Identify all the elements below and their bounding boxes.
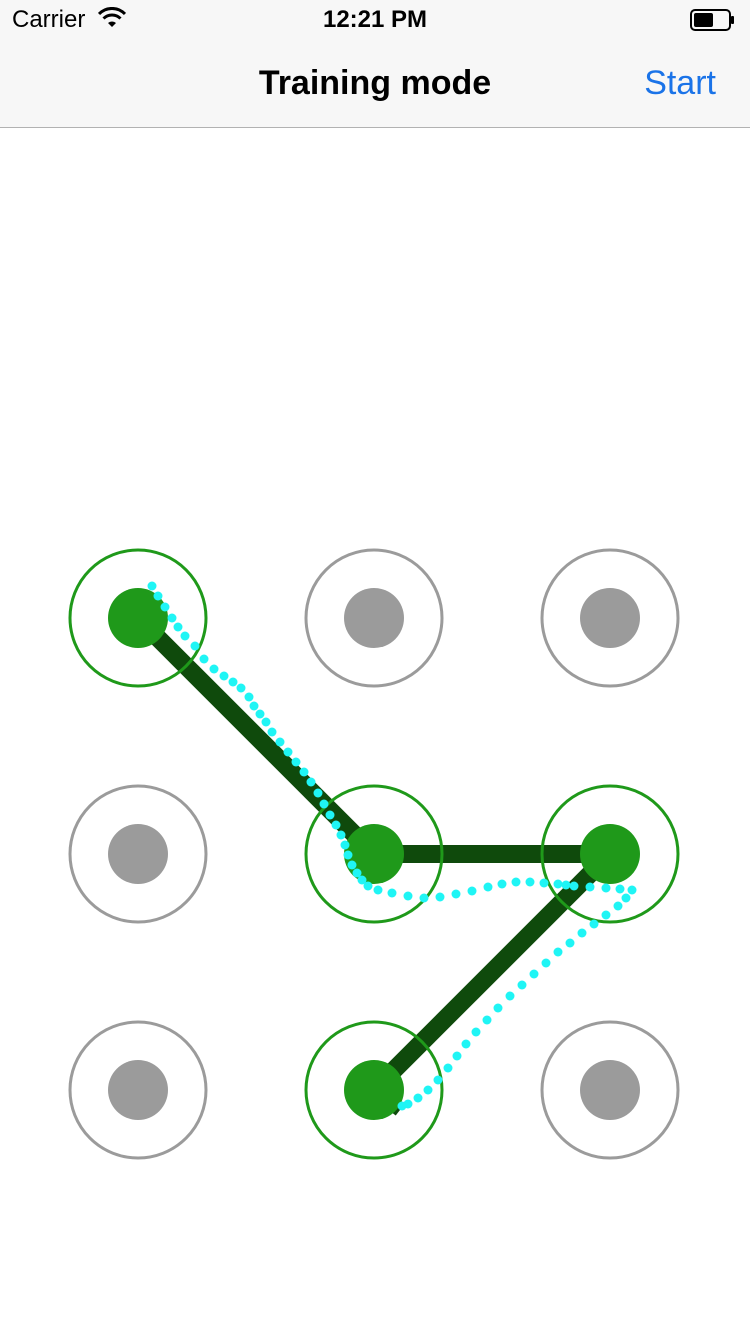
touch-trace-point	[601, 883, 611, 893]
touch-trace-point	[387, 888, 397, 898]
touch-trace-point	[190, 641, 200, 651]
touch-trace-point	[261, 717, 271, 727]
touch-trace-point	[219, 671, 229, 681]
touch-trace-point	[160, 602, 170, 612]
touch-trace-point	[363, 881, 373, 891]
touch-trace-point	[589, 919, 599, 929]
pattern-node-8[interactable]	[304, 1020, 444, 1160]
touch-trace-point	[525, 877, 535, 887]
pattern-node-2[interactable]	[304, 548, 444, 688]
touch-trace-point	[331, 820, 341, 830]
pattern-node-dot	[580, 824, 640, 884]
touch-trace-point	[299, 767, 309, 777]
pattern-node-4[interactable]	[68, 784, 208, 924]
touch-trace-point	[577, 928, 587, 938]
touch-trace-point	[601, 910, 611, 920]
touch-trace-point	[461, 1039, 471, 1049]
touch-trace-point	[539, 878, 549, 888]
pattern-node-dot	[108, 1060, 168, 1120]
touch-trace-point	[505, 991, 515, 1001]
touch-trace-point	[467, 886, 477, 896]
touch-trace-point	[483, 882, 493, 892]
touch-trace-point	[621, 893, 631, 903]
touch-trace-point	[403, 891, 413, 901]
pattern-node-dot	[108, 824, 168, 884]
touch-trace-point	[613, 901, 623, 911]
touch-trace-point	[435, 892, 445, 902]
touch-trace-point	[283, 747, 293, 757]
touch-trace-point	[541, 958, 551, 968]
touch-trace-point	[306, 777, 316, 787]
touch-trace-point	[199, 654, 209, 664]
touch-trace-point	[347, 860, 357, 870]
touch-trace-point	[291, 757, 301, 767]
touch-trace-point	[373, 885, 383, 895]
pattern-node-dot	[580, 588, 640, 648]
touch-trace-point	[443, 1063, 453, 1073]
pattern-node-dot	[344, 588, 404, 648]
touch-trace-point	[325, 810, 335, 820]
touch-trace-point	[471, 1027, 481, 1037]
touch-trace-point	[561, 880, 571, 890]
touch-trace-point	[319, 799, 329, 809]
touch-trace-point	[497, 879, 507, 889]
touch-trace-point	[180, 631, 190, 641]
touch-trace-point	[340, 840, 350, 850]
touch-trace-point	[249, 701, 259, 711]
pattern-node-3[interactable]	[540, 548, 680, 688]
pattern-node-dot	[580, 1060, 640, 1120]
touch-trace-point	[313, 788, 323, 798]
touch-trace-point	[413, 1093, 423, 1103]
touch-trace-point	[336, 830, 346, 840]
touch-trace-point	[482, 1015, 492, 1025]
touch-trace-point	[517, 980, 527, 990]
touch-trace-point	[236, 683, 246, 693]
touch-trace-point	[397, 1101, 407, 1111]
touch-trace-point	[569, 881, 579, 891]
touch-trace-point	[451, 889, 461, 899]
touch-trace-point	[452, 1051, 462, 1061]
touch-trace-point	[173, 622, 183, 632]
touch-trace-point	[529, 969, 539, 979]
touch-trace-point	[585, 882, 595, 892]
pattern-lock-area[interactable]	[0, 0, 750, 1334]
touch-trace-point	[209, 664, 219, 674]
touch-trace-point	[255, 709, 265, 719]
touch-trace-point	[419, 893, 429, 903]
touch-trace-point	[147, 581, 157, 591]
touch-trace-point	[244, 692, 254, 702]
pattern-node-1[interactable]	[68, 548, 208, 688]
touch-trace-point	[493, 1003, 503, 1013]
touch-trace-point	[343, 850, 353, 860]
touch-trace-point	[433, 1075, 443, 1085]
pattern-node-7[interactable]	[68, 1020, 208, 1160]
touch-trace-point	[553, 947, 563, 957]
touch-trace-point	[553, 879, 563, 889]
touch-trace-point	[153, 591, 163, 601]
pattern-node-9[interactable]	[540, 1020, 680, 1160]
touch-trace-point	[615, 884, 625, 894]
touch-trace-point	[275, 737, 285, 747]
touch-trace-point	[267, 727, 277, 737]
touch-trace-point	[228, 677, 238, 687]
pattern-node-dot	[344, 1060, 404, 1120]
touch-trace-point	[627, 885, 637, 895]
touch-trace-point	[511, 877, 521, 887]
touch-trace-point	[167, 613, 177, 623]
pattern-path-segment	[131, 611, 381, 861]
touch-trace-point	[423, 1085, 433, 1095]
touch-trace-point	[565, 938, 575, 948]
